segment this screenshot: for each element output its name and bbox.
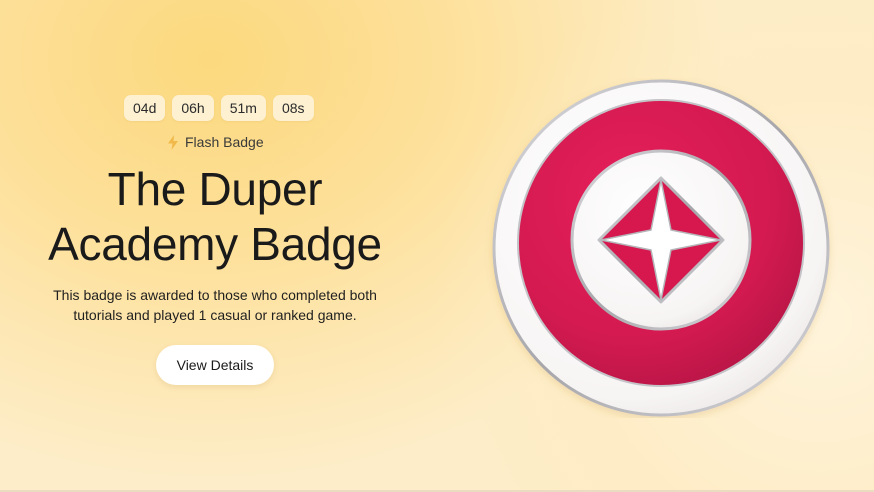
countdown-days: 04d xyxy=(124,95,166,121)
flash-badge-text: Flash Badge xyxy=(185,134,264,150)
countdown-seconds: 08s xyxy=(272,95,314,121)
countdown-minutes: 51m xyxy=(220,95,266,121)
hero-section: 04d 06h 51m 08s Flash Badge The Duper Ac… xyxy=(0,0,430,492)
star-diamond-badge-icon xyxy=(483,78,839,418)
badge-description: This badge is awarded to those who compl… xyxy=(0,285,430,325)
countdown-timer: 04d 06h 51m 08s xyxy=(124,95,314,121)
countdown-hours: 06h xyxy=(172,95,214,121)
view-details-button[interactable]: View Details xyxy=(156,345,274,385)
description-line-2: tutorials and played 1 casual or ranked … xyxy=(73,307,357,323)
page-title: The Duper Academy Badge xyxy=(0,162,430,272)
flash-badge-label: Flash Badge xyxy=(167,134,264,150)
title-line-2: Academy Badge xyxy=(48,218,382,270)
title-line-1: The Duper xyxy=(107,163,323,215)
description-line-1: This badge is awarded to those who compl… xyxy=(53,287,377,303)
lightning-icon xyxy=(167,134,179,150)
